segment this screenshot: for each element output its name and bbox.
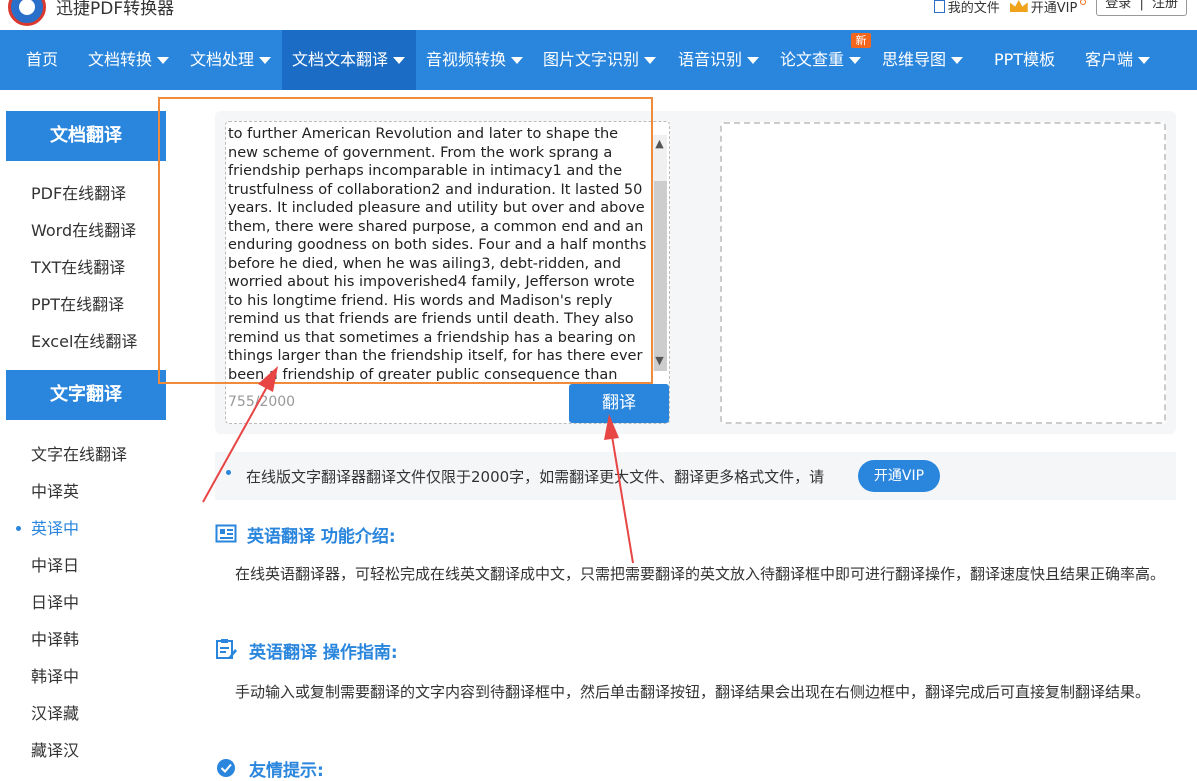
translate-button[interactable]: 翻译 — [569, 384, 669, 423]
sidebar-item-bo-zh[interactable]: 藏译汉 — [6, 732, 166, 769]
vip-link[interactable]: 开通VIP — [1009, 0, 1087, 16]
chevron-down-icon — [747, 57, 760, 64]
chevron-down-icon — [259, 57, 272, 64]
tips-title: 友情提示: — [249, 761, 324, 781]
notice-bullet — [226, 470, 231, 475]
nav-doc-translate[interactable]: 文档文本翻译 — [282, 30, 416, 90]
sidebar-item-word[interactable]: Word在线翻译 — [6, 212, 166, 249]
nav-mindmap[interactable]: 思维导图 — [882, 30, 964, 90]
feature-intro-body: 在线英语翻译器，可轻松完成在线英文翻译成中文，只需把需要翻译的英文放入待翻译框中… — [235, 565, 1166, 583]
nav-av-convert[interactable]: 音视频转换 — [426, 30, 524, 90]
crown-icon — [1009, 0, 1028, 12]
nav-client[interactable]: 客户端 — [1085, 30, 1151, 90]
nav-ocr[interactable]: 图片文字识别 — [543, 30, 657, 90]
nav-speech[interactable]: 语音识别 — [678, 30, 760, 90]
nav-av-convert-label: 音视频转换 — [426, 50, 507, 69]
chevron-down-icon — [393, 57, 406, 64]
my-files-label: 我的文件 — [947, 0, 1000, 16]
scrollbar-thumb[interactable] — [654, 181, 667, 371]
open-vip-button[interactable]: 开通VIP — [858, 460, 940, 492]
sidebar-item-ko-zh[interactable]: 韩译中 — [6, 658, 166, 695]
sidebar-item-txt[interactable]: TXT在线翻译 — [6, 249, 166, 286]
sidebar-item-text-online[interactable]: 文字在线翻译 — [6, 436, 166, 473]
annotation-highlight-box — [158, 97, 653, 384]
result-text-box[interactable] — [720, 122, 1166, 424]
auth-box: 登录 | 注册 — [1096, 0, 1187, 16]
sidebar-text-title: 文字翻译 — [6, 370, 166, 420]
logo-mark — [19, 0, 35, 15]
nav-client-label: 客户端 — [1085, 50, 1134, 69]
nav-speech-label: 语音识别 — [678, 50, 743, 69]
chevron-down-icon — [1138, 57, 1151, 64]
scroll-down-icon[interactable]: ▼ — [652, 353, 667, 368]
nav-doc-process-label: 文档处理 — [190, 50, 255, 69]
nav-doc-convert[interactable]: 文档转换 — [88, 30, 170, 90]
chevron-down-icon — [157, 57, 170, 64]
logo[interactable] — [8, 0, 46, 26]
sidebar-item-en-zh[interactable]: 英译中 — [6, 510, 166, 547]
document-icon — [933, 0, 945, 13]
chevron-down-icon — [511, 57, 524, 64]
register-link[interactable]: 注册 — [1152, 0, 1178, 11]
auth-separator: | — [1139, 0, 1144, 11]
sidebar-item-excel[interactable]: Excel在线翻译 — [6, 323, 166, 360]
sidebar-item-ppt[interactable]: PPT在线翻译 — [6, 286, 166, 323]
top-bar: 迅捷PDF转换器 我的文件 开通VIP 登录 | 注册 — [0, 0, 1197, 30]
brand-name: 迅捷PDF转换器 — [56, 0, 175, 19]
nav-home[interactable]: 首页 — [26, 30, 58, 90]
vip-label: 开通VIP — [1030, 0, 1078, 16]
sidebar-doc-title: 文档翻译 — [6, 111, 166, 161]
nav-doc-process[interactable]: 文档处理 — [190, 30, 272, 90]
login-link[interactable]: 登录 — [1105, 0, 1131, 11]
nav-ppt-template-label: PPT模板 — [994, 50, 1056, 69]
nav-ppt-template[interactable]: PPT模板 — [994, 30, 1055, 90]
top-links: 我的文件 开通VIP 登录 | 注册 — [933, 0, 1187, 16]
vip-dot-icon — [1080, 0, 1087, 5]
nav-plagiarism[interactable]: 论文查重 — [780, 30, 862, 90]
sidebar-item-pdf[interactable]: PDF在线翻译 — [6, 175, 166, 212]
my-files-link[interactable]: 我的文件 — [933, 0, 1000, 16]
scroll-up-icon[interactable]: ▲ — [652, 136, 667, 151]
nav-mindmap-label: 思维导图 — [882, 50, 947, 69]
guide-title: 英语翻译 操作指南: — [249, 643, 398, 663]
sidebar-item-zh-ja[interactable]: 中译日 — [6, 547, 166, 584]
nav-doc-convert-label: 文档转换 — [88, 50, 153, 69]
guide-body: 手动输入或复制需要翻译的文字内容到待翻译框中，然后单击翻译按钮，翻译结果会出现在… — [235, 683, 1151, 701]
nav-plagiarism-label: 论文查重 — [780, 50, 845, 69]
notice-text: 在线版文字翻译器翻译文件仅限于2000字，如需翻译更大文件、翻译更多格式文件，请 — [246, 468, 825, 486]
main-nav: 首页 文档转换 文档处理 文档文本翻译 音视频转换 图片文字识别 语音识别 论文… — [0, 30, 1197, 90]
feature-intro-title: 英语翻译 功能介绍: — [247, 527, 396, 547]
sidebar: 文档翻译 PDF在线翻译 Word在线翻译 TXT在线翻译 PPT在线翻译 Ex… — [6, 111, 166, 769]
sidebar-item-zh-ko[interactable]: 中译韩 — [6, 621, 166, 658]
nav-doc-translate-label: 文档文本翻译 — [292, 50, 389, 69]
chevron-down-icon — [644, 57, 657, 64]
nav-ocr-label: 图片文字识别 — [543, 50, 640, 69]
guide-icon — [216, 639, 237, 659]
sidebar-item-zh-en[interactable]: 中译英 — [6, 473, 166, 510]
chevron-down-icon — [849, 57, 862, 64]
feature-intro-icon — [215, 524, 237, 543]
sidebar-item-zh-bo[interactable]: 汉译藏 — [6, 695, 166, 732]
tips-icon — [217, 759, 235, 777]
nav-home-label: 首页 — [26, 50, 59, 69]
new-badge: 新 — [851, 33, 871, 48]
sidebar-item-ja-zh[interactable]: 日译中 — [6, 584, 166, 621]
char-counter: 755/2000 — [228, 394, 296, 410]
chevron-down-icon — [951, 57, 964, 64]
